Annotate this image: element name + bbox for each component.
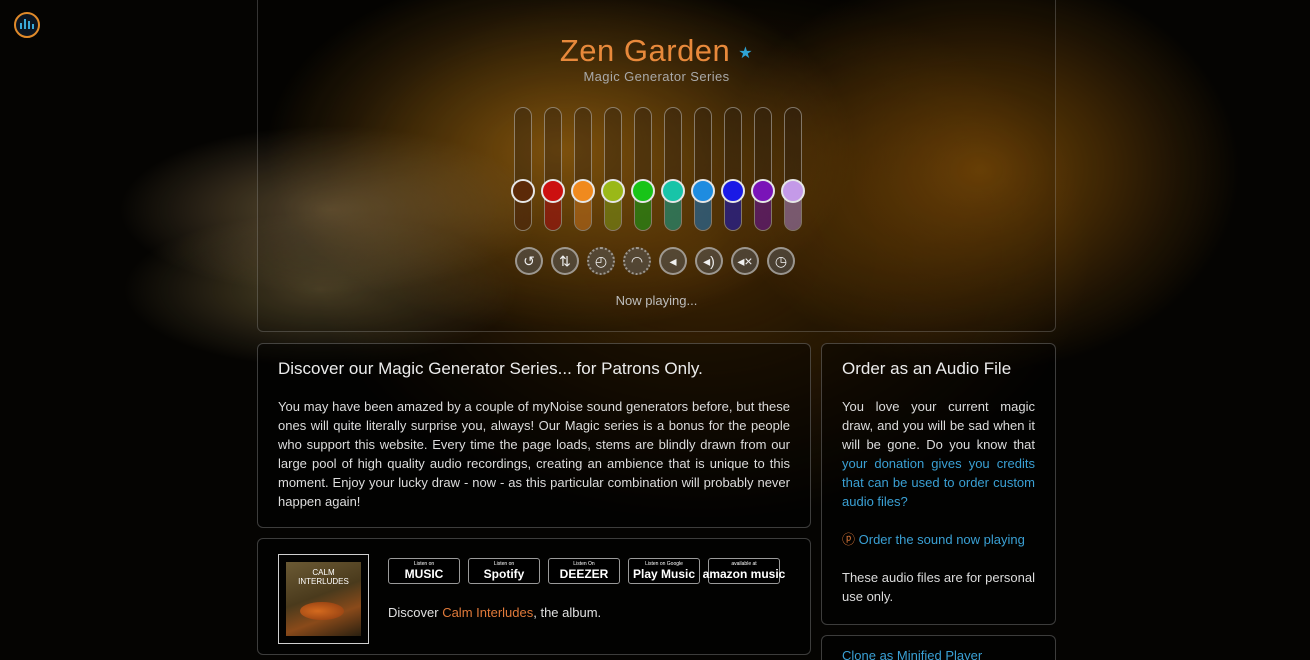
apple-music-badge[interactable]: Listen on MUSIC [388,558,460,584]
amazon-music-badge[interactable]: available at amazon music [703,558,785,584]
order-sound-link[interactable]: Order the sound now playing [859,532,1025,547]
discover-body: You may have been amazed by a couple of … [278,399,790,509]
amazon-music-badge-label: amazon music [702,567,786,581]
order-panel: Order as an Audio File You love your cur… [821,343,1056,625]
slider-9-track[interactable] [754,107,772,231]
personal-use-note: These audio files are for personal use o… [842,570,1035,604]
google-play-badge[interactable]: Listen on Google Play Music [628,558,700,584]
speed-icon[interactable]: ◠ [623,247,651,275]
clock-icon[interactable]: ◷ [767,247,795,275]
spotify-badge[interactable]: Listen on Spotify [468,558,540,584]
album-cover[interactable]: CALM INTERLUDES [278,554,369,644]
timer-icon[interactable]: ◴ [587,247,615,275]
album-link[interactable]: Calm Interludes [442,605,533,620]
order-text: You love your current magic draw, and yo… [842,399,1035,452]
slider-5-track[interactable] [634,107,652,231]
google-play-badge-label: Play Music [632,567,696,581]
album-text-after: , the album. [533,605,602,620]
mute-icon[interactable]: ◂× [731,247,759,275]
album-panel: CALM INTERLUDES Listen on MUSIC Listen on… [257,538,811,655]
order-sound-row[interactable]: ⓟ Order the sound now playing [842,530,1035,549]
slider-2-track[interactable] [544,107,562,231]
slider-10-track[interactable] [784,107,802,231]
favorite-star-icon[interactable]: ★ [738,45,753,62]
page-title-text: Zen Garden [559,33,731,68]
reset-icon[interactable]: ↺ [515,247,543,275]
order-description: You love your current magic draw, and yo… [842,397,1035,511]
donation-credits-link[interactable]: your donation gives you credits that can… [842,456,1035,509]
clone-player-link[interactable]: Clone as Minified Player [842,648,982,660]
animate-sliders-icon[interactable]: ⇅ [551,247,579,275]
album-discover-text: Discover Calm Interludes, the album. [388,605,601,620]
now-playing-status: Now playing... [615,293,698,308]
slider-8-track[interactable] [724,107,742,231]
slider-6-track[interactable] [664,107,682,231]
apple-music-badge-label: MUSIC [404,567,444,581]
discover-title: Discover our Magic Generator Series... f… [278,359,703,378]
album-text-before: Discover [388,605,443,620]
order-title: Order as an Audio File [842,359,1012,378]
sound-generator-panel: Zen Garden ★ Magic Generator Series ↺ ⇅ ◴ ◠ ◂… [257,0,1056,332]
volume-up-icon[interactable]: ◂) [695,247,723,275]
slider-4-track[interactable] [604,107,622,231]
volume-down-icon[interactable]: ◂ [659,247,687,275]
slider-1-track[interactable] [514,107,532,231]
slider-7-track[interactable] [694,107,712,231]
equalizer-logo-icon[interactable] [14,12,40,38]
cover-title-line1: CALM [312,568,335,577]
spotify-badge-label: Spotify [483,567,525,581]
page-title: Zen Garden ★ [258,33,1055,69]
clone-panel: Clone as Minified Player [821,635,1056,660]
fox-image [300,602,344,620]
deezer-badge[interactable]: Listen On DEEZER [548,558,620,584]
cover-title-line2: INTERLUDES [298,577,349,586]
discover-panel: Discover our Magic Generator Series... f… [257,343,811,528]
series-subtitle: Magic Generator Series [583,69,730,84]
deezer-badge-label: DEEZER [559,567,609,581]
order-icon: ⓟ [842,532,856,547]
slider-3-track[interactable] [574,107,592,231]
